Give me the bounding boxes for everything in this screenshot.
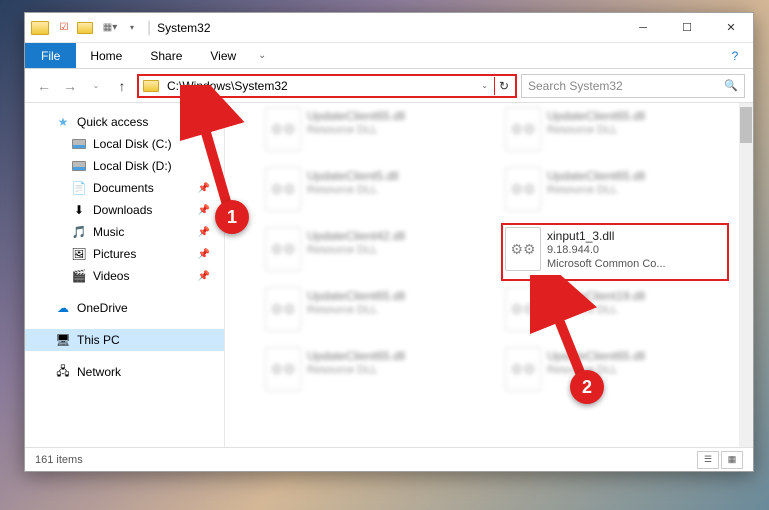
dll-icon: ⚙⚙ — [505, 227, 541, 271]
callout-1: 1 — [215, 200, 249, 234]
callout-2: 2 — [570, 370, 604, 404]
file-item[interactable]: ⚙⚙UpdateClient65.dllResource DLL — [505, 347, 725, 397]
disk-icon — [71, 158, 87, 174]
file-item-target[interactable]: ⚙⚙ xinput1_3.dll9.18.944.0Microsoft Commo… — [501, 223, 729, 281]
quick-access-toolbar: ☑ ▦▾ ▾ — [55, 19, 141, 37]
sidebar-local-disk-d[interactable]: Local Disk (D:) — [25, 155, 224, 177]
sidebar-this-pc[interactable]: 🖥This PC — [25, 329, 224, 351]
pin-icon: 📌 — [198, 249, 210, 260]
downloads-icon: ⬇ — [71, 202, 87, 218]
qat-check-icon[interactable]: ☑ — [55, 19, 73, 37]
sidebar-pictures[interactable]: 🖼Pictures📌 — [25, 243, 224, 265]
file-list[interactable]: ⚙⚙UpdateClient65.dllResource DLL ⚙⚙Updat… — [225, 103, 753, 447]
sidebar-onedrive[interactable]: ☁OneDrive — [25, 297, 224, 319]
icons-view-button[interactable]: ▦ — [721, 451, 743, 469]
addressbar-folder-icon — [143, 80, 159, 92]
file-item[interactable]: ⚙⚙UpdateClient65.dllResource DLL — [505, 167, 725, 217]
address-path: C:\Windows\System32 — [167, 79, 481, 93]
title-bar: ☑ ▦▾ ▾ | System32 ─ ☐ ✕ — [25, 13, 753, 43]
navigation-pane: ★Quick access Local Disk (C:) Local Disk… — [25, 103, 225, 447]
close-button[interactable]: ✕ — [709, 13, 753, 43]
share-tab[interactable]: Share — [136, 43, 196, 68]
forward-button[interactable]: → — [59, 75, 81, 97]
window-controls: ─ ☐ ✕ — [621, 13, 753, 43]
title-separator: | — [147, 19, 151, 37]
qat-dropdown-icon[interactable]: ▾ — [123, 19, 141, 37]
search-placeholder: Search System32 — [528, 79, 623, 93]
dll-icon: ⚙⚙ — [505, 347, 541, 391]
maximize-button[interactable]: ☐ — [665, 13, 709, 43]
dll-icon: ⚙⚙ — [505, 287, 541, 331]
explorer-window: ☑ ▦▾ ▾ | System32 ─ ☐ ✕ File Home Share … — [24, 12, 754, 472]
documents-icon: 📄 — [71, 180, 87, 196]
file-item[interactable]: ⚙⚙UpdateClient65.dllResource DLL — [265, 347, 485, 397]
disk-icon — [71, 136, 87, 152]
dll-icon: ⚙⚙ — [265, 347, 301, 391]
home-tab[interactable]: Home — [76, 43, 136, 68]
address-bar[interactable]: C:\Windows\System32 ⌄ ↻ — [137, 74, 517, 98]
vertical-scrollbar[interactable] — [739, 103, 753, 447]
recent-dropdown-icon[interactable]: ⌄ — [85, 75, 107, 97]
sidebar-downloads[interactable]: ⬇Downloads📌 — [25, 199, 224, 221]
videos-icon: 🎬 — [71, 268, 87, 284]
pin-icon: 📌 — [198, 227, 210, 238]
window-title: System32 — [157, 21, 210, 35]
refresh-icon[interactable]: ↻ — [497, 79, 511, 93]
dll-icon: ⚙⚙ — [505, 167, 541, 211]
music-icon: 🎵 — [71, 224, 87, 240]
sidebar-videos[interactable]: 🎬Videos📌 — [25, 265, 224, 287]
help-icon[interactable]: ? — [723, 43, 747, 68]
pin-icon: 📌 — [198, 205, 210, 216]
view-toggles: ☰ ▦ — [697, 451, 743, 469]
sidebar-documents[interactable]: 📄Documents📌 — [25, 177, 224, 199]
onedrive-icon: ☁ — [55, 300, 71, 316]
dll-icon: ⚙⚙ — [265, 167, 301, 211]
navigation-bar: ← → ⌄ ↑ C:\Windows\System32 ⌄ ↻ Search S… — [25, 69, 753, 103]
status-bar: 161 items ☰ ▦ — [25, 447, 753, 471]
file-item[interactable]: ⚙⚙UpdateClient65.dllResource DLL — [265, 287, 485, 337]
sidebar-local-disk-c[interactable]: Local Disk (C:) — [25, 133, 224, 155]
qat-folder-icon[interactable] — [77, 22, 93, 34]
pin-icon: 📌 — [198, 183, 210, 194]
dll-icon: ⚙⚙ — [505, 107, 541, 151]
sidebar-network[interactable]: 🖧Network — [25, 361, 224, 383]
view-tab[interactable]: View — [196, 43, 250, 68]
file-item[interactable]: ⚙⚙UpdateClient65.dllResource DLL — [505, 107, 725, 157]
sidebar-music[interactable]: 🎵Music📌 — [25, 221, 224, 243]
minimize-button[interactable]: ─ — [621, 13, 665, 43]
network-icon: 🖧 — [55, 364, 71, 380]
this-pc-icon: 🖥 — [55, 332, 71, 348]
star-icon: ★ — [55, 114, 71, 130]
pin-icon: 📌 — [198, 271, 210, 282]
sidebar-quick-access[interactable]: ★Quick access — [25, 111, 224, 133]
search-input[interactable]: Search System32 🔍 — [521, 74, 745, 98]
qat-properties-icon[interactable]: ▦▾ — [101, 19, 119, 37]
ribbon-expand-icon[interactable]: ⌄ — [250, 43, 274, 68]
search-icon: 🔍 — [724, 79, 738, 92]
file-item[interactable]: ⚙⚙UpdateClient19.dllResource DLL — [505, 287, 725, 337]
target-file-version: 9.18.944.0 — [547, 243, 666, 257]
target-file-name: xinput1_3.dll — [547, 229, 666, 243]
dll-icon: ⚙⚙ — [265, 107, 301, 151]
file-item[interactable]: ⚙⚙UpdateClient65.dllResource DLL — [265, 107, 485, 157]
target-file-desc: Microsoft Common Co... — [547, 257, 666, 271]
address-separator — [494, 77, 495, 95]
address-dropdown-icon[interactable]: ⌄ — [481, 81, 488, 90]
dll-icon: ⚙⚙ — [265, 227, 301, 271]
back-button[interactable]: ← — [33, 75, 55, 97]
ribbon-tabs: File Home Share View ⌄ ? — [25, 43, 753, 69]
body-area: ★Quick access Local Disk (C:) Local Disk… — [25, 103, 753, 447]
details-view-button[interactable]: ☰ — [697, 451, 719, 469]
file-item[interactable]: ⚙⚙UpdateClient42.dllResource DLL — [265, 227, 485, 277]
file-tab[interactable]: File — [25, 43, 76, 68]
pictures-icon: 🖼 — [71, 246, 87, 262]
item-count: 161 items — [35, 454, 83, 466]
dll-icon: ⚙⚙ — [265, 287, 301, 331]
up-button[interactable]: ↑ — [111, 75, 133, 97]
window-folder-icon — [31, 21, 49, 35]
file-item[interactable]: ⚙⚙UpdateClient5.dllResource DLL — [265, 167, 485, 217]
scrollbar-thumb[interactable] — [740, 107, 752, 143]
